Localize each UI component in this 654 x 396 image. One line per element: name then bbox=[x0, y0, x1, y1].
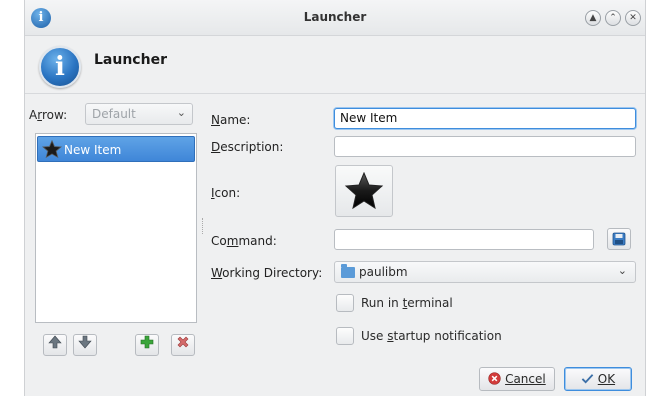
description-input[interactable] bbox=[334, 136, 636, 157]
run-in-terminal-checkbox[interactable] bbox=[336, 294, 354, 312]
header-divider bbox=[25, 93, 645, 94]
working-directory-label: Working Directory: bbox=[211, 266, 323, 280]
add-icon bbox=[140, 335, 154, 349]
ok-button-label: OK bbox=[597, 372, 616, 386]
cancel-icon bbox=[488, 372, 501, 385]
arrow-down-icon bbox=[78, 335, 92, 349]
remove-icon bbox=[177, 336, 189, 348]
cancel-button-label: Cancel bbox=[505, 372, 546, 386]
add-item-button[interactable] bbox=[135, 334, 159, 356]
chevron-down-icon: ⌄ bbox=[176, 106, 186, 119]
list-item[interactable]: New Item bbox=[37, 136, 195, 162]
run-in-terminal-label[interactable]: Run in terminal bbox=[361, 296, 453, 310]
move-up-button[interactable] bbox=[43, 334, 67, 356]
icon-label: Icon: bbox=[211, 186, 241, 200]
arrow-label: Arrow: bbox=[29, 108, 68, 122]
title-bar[interactable]: i Launcher ▲ ⌃ ✕ bbox=[25, 0, 645, 36]
star-icon bbox=[344, 172, 384, 210]
working-directory-value: paulibm bbox=[359, 265, 408, 279]
launcher-window: i Launcher ▲ ⌃ ✕ i Launcher Arrow: Defau… bbox=[24, 0, 646, 396]
move-down-button[interactable] bbox=[73, 334, 97, 356]
working-directory-select[interactable]: paulibm ⌄ bbox=[334, 261, 636, 283]
icon-picker-button[interactable] bbox=[335, 165, 393, 217]
folder-icon bbox=[341, 264, 355, 278]
close-button[interactable]: ✕ bbox=[625, 10, 641, 26]
ok-icon bbox=[581, 374, 594, 384]
maximize-button[interactable]: ⌃ bbox=[605, 10, 621, 26]
item-list[interactable]: New Item bbox=[35, 133, 197, 323]
list-item-label: New Item bbox=[64, 143, 122, 157]
arrow-select[interactable]: Default ⌄ bbox=[85, 103, 193, 125]
startup-notification-label[interactable]: Use startup notification bbox=[361, 329, 502, 343]
command-input[interactable] bbox=[334, 229, 594, 250]
window-title: Launcher bbox=[303, 10, 367, 24]
arrow-up-icon bbox=[48, 335, 62, 349]
arrow-select-value: Default bbox=[92, 107, 136, 121]
cancel-button[interactable]: Cancel bbox=[479, 367, 555, 391]
info-icon: i bbox=[39, 46, 81, 88]
ok-button[interactable]: OK bbox=[564, 367, 632, 391]
save-icon bbox=[612, 232, 626, 246]
star-icon bbox=[42, 140, 62, 158]
remove-item-button[interactable] bbox=[171, 334, 195, 356]
description-label: Description: bbox=[211, 140, 284, 154]
browse-command-button[interactable] bbox=[607, 228, 631, 250]
name-input[interactable]: New Item bbox=[334, 108, 636, 129]
command-label: Command: bbox=[211, 234, 277, 248]
chevron-down-icon: ⌄ bbox=[617, 264, 627, 277]
startup-notification-checkbox[interactable] bbox=[336, 327, 354, 345]
name-input-value: New Item bbox=[340, 111, 398, 125]
keep-above-button[interactable]: ▲ bbox=[585, 10, 601, 26]
splitter-handle[interactable] bbox=[202, 218, 205, 234]
name-label: Name: bbox=[211, 113, 251, 127]
dialog-header-title: Launcher bbox=[94, 52, 167, 68]
